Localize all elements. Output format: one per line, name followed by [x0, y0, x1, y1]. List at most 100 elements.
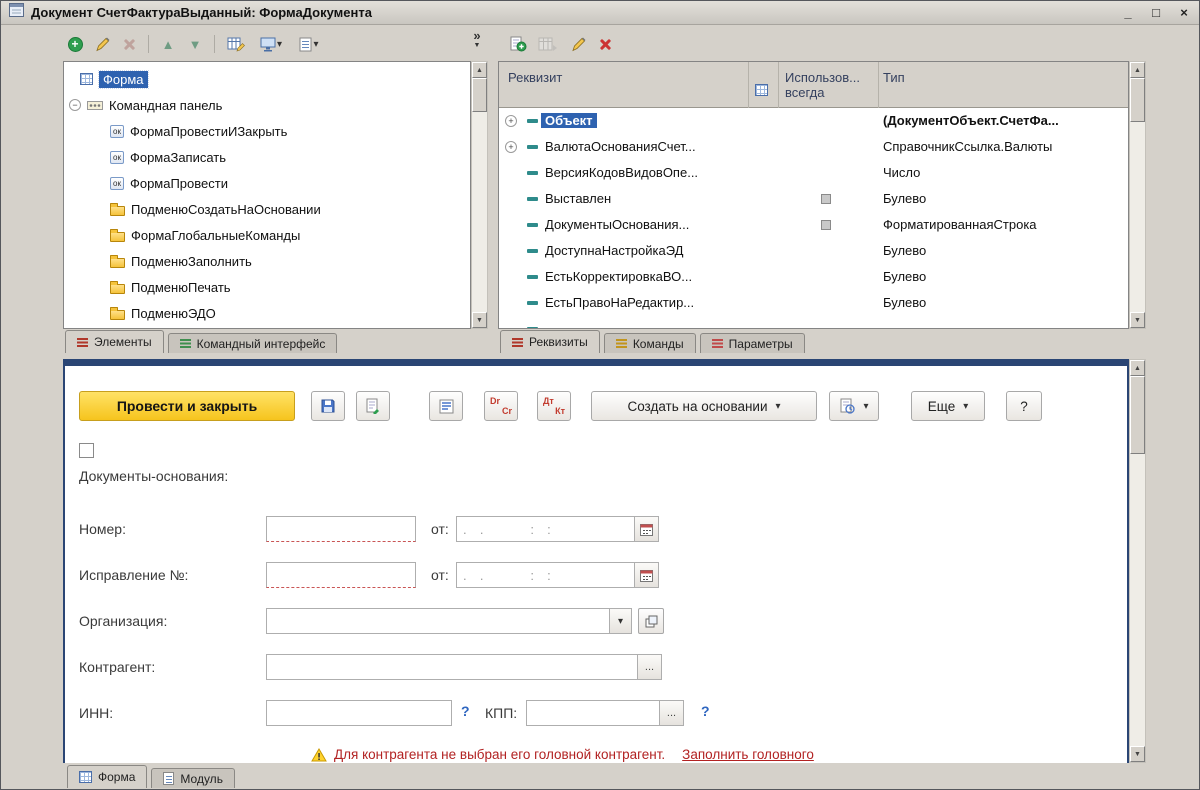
form-canvas[interactable]: Провести и закрыть Dr Cr Дт Кт Создать н…: [65, 366, 1127, 763]
use-always-checkbox[interactable]: [821, 194, 831, 204]
inn-input[interactable]: [266, 700, 452, 726]
document-movements-button[interactable]: [429, 391, 463, 421]
kpp-help-link[interactable]: ?: [701, 703, 710, 719]
form-scrollbar[interactable]: ▲ ▼: [1129, 359, 1146, 763]
tree-item-form-root[interactable]: Форма: [64, 66, 470, 92]
table-row[interactable]: Выставлен Булево: [499, 186, 1129, 212]
organization-combo[interactable]: ▾: [266, 608, 632, 634]
inn-help-link[interactable]: ?: [461, 703, 470, 719]
move-up-button[interactable]: ▲: [156, 32, 180, 56]
edit-attribute-button[interactable]: [566, 32, 590, 56]
dr-cr-button[interactable]: Dr Cr: [484, 391, 518, 421]
contractor-field[interactable]: ...: [266, 654, 662, 680]
date-field[interactable]: [456, 516, 659, 542]
dt-kt-button[interactable]: Дт Кт: [537, 391, 571, 421]
toolbar-overflow-button[interactable]: » ▼: [468, 31, 486, 51]
add-button[interactable]: +: [63, 32, 87, 56]
edit-table-button[interactable]: [222, 32, 250, 56]
table-row[interactable]: ВерсияКодовВидовОпе... Число: [499, 160, 1129, 186]
tree-item[interactable]: ПодменюЭДО: [64, 300, 470, 326]
tree-item[interactable]: ок ФормаПровести: [64, 170, 470, 196]
maximize-button[interactable]: □: [1147, 4, 1165, 21]
tree-item[interactable]: ПодменюСоздатьНаОсновании: [64, 196, 470, 222]
combo-dropdown-button[interactable]: ▾: [609, 609, 631, 633]
table-row[interactable]: + Объект (ДокументОбъект.СчетФа...: [499, 108, 1129, 134]
form-checkbox[interactable]: [79, 443, 94, 458]
calendar-button[interactable]: [634, 563, 658, 587]
scroll-down-button[interactable]: ▼: [472, 312, 487, 328]
scroll-down-button[interactable]: ▼: [1130, 746, 1145, 762]
move-down-button[interactable]: ▼: [183, 32, 207, 56]
choose-button[interactable]: ...: [659, 701, 683, 725]
tree-item-command-panel[interactable]: − Командная панель: [64, 92, 470, 118]
expand-icon[interactable]: +: [505, 141, 517, 153]
tree-scrollbar[interactable]: ▲ ▼: [471, 61, 488, 329]
contractor-input[interactable]: [267, 655, 637, 679]
attributes-table: Реквизит Использов... всегда Тип + Объек…: [498, 61, 1129, 329]
attributes-scrollbar[interactable]: ▲ ▼: [1129, 61, 1146, 329]
use-always-checkbox[interactable]: [821, 220, 831, 230]
post-and-close-button[interactable]: Провести и закрыть: [79, 391, 295, 421]
tab-commands[interactable]: Команды: [604, 333, 696, 353]
fill-head-contractor-link[interactable]: Заполнить головного: [682, 747, 814, 762]
save-button[interactable]: [311, 391, 345, 421]
table-row[interactable]: ЕстьКорректировкаВО... Булево: [499, 264, 1129, 290]
table-row[interactable]: ДокументыОснования... ФорматированнаяСтр…: [499, 212, 1129, 238]
tree-item[interactable]: ок ФормаПровестиИЗакрыть: [64, 118, 470, 144]
expand-icon[interactable]: +: [505, 115, 517, 127]
tab-command-interface[interactable]: Командный интерфейс: [168, 333, 338, 353]
dropdown-icon: ▾: [776, 401, 781, 412]
kpp-field[interactable]: ...: [526, 700, 684, 726]
delete-button[interactable]: [117, 32, 141, 56]
organization-input[interactable]: [267, 609, 609, 633]
button-label: Еще: [928, 399, 955, 414]
help-button[interactable]: ?: [1006, 391, 1042, 421]
view-mode-button[interactable]: ▾: [292, 32, 326, 56]
delete-attribute-button[interactable]: [593, 32, 617, 56]
correction-date-field[interactable]: [456, 562, 659, 588]
tree-item-label: ПодменюПечать: [131, 280, 231, 295]
tab-elements[interactable]: Элементы: [65, 330, 164, 353]
tab-module[interactable]: Модуль: [151, 768, 235, 788]
scroll-thumb[interactable]: [1130, 376, 1145, 454]
table-row[interactable]: ЕстьПравоНаРедактир... Булево: [499, 290, 1129, 316]
table-row[interactable]: ДоступнаНастройкаЭД Булево: [499, 238, 1129, 264]
scroll-thumb[interactable]: [472, 78, 487, 112]
close-button[interactable]: ×: [1175, 4, 1193, 21]
tab-parameters[interactable]: Параметры: [700, 333, 805, 353]
edit-button[interactable]: [90, 32, 114, 56]
date-input[interactable]: [457, 517, 634, 541]
number-input[interactable]: [266, 516, 416, 542]
scroll-down-button[interactable]: ▼: [1130, 312, 1145, 328]
tree-item[interactable]: ок ФормаЗаписать: [64, 144, 470, 170]
tab-attributes[interactable]: Реквизиты: [500, 330, 600, 353]
tab-form[interactable]: Форма: [67, 765, 147, 788]
scroll-up-button[interactable]: ▲: [1130, 62, 1145, 78]
post-button[interactable]: [356, 391, 390, 421]
date-input[interactable]: [457, 563, 634, 587]
tree-item[interactable]: ПодменюЗаполнить: [64, 248, 470, 274]
collapse-icon[interactable]: −: [69, 99, 81, 111]
correction-input[interactable]: [266, 562, 416, 588]
add-sheet-icon: [510, 36, 527, 52]
tree-item[interactable]: ПодменюПечать: [64, 274, 470, 300]
edo-button[interactable]: ▾: [829, 391, 879, 421]
add-attribute-button[interactable]: [506, 32, 530, 56]
tree-item[interactable]: ФормаГлобальныеКоманды: [64, 222, 470, 248]
create-based-on-button[interactable]: Создать на основании ▾: [591, 391, 817, 421]
open-organization-button[interactable]: [638, 608, 664, 634]
minimize-button[interactable]: _: [1119, 4, 1137, 21]
column-attribute[interactable]: Реквизит: [508, 70, 562, 85]
kpp-input[interactable]: [527, 701, 659, 725]
copy-attribute-button[interactable]: [533, 32, 563, 56]
scroll-up-button[interactable]: ▲: [472, 62, 487, 78]
table-row[interactable]: + ВалютаОснованияСчет... СправочникСсылк…: [499, 134, 1129, 160]
column-use-always[interactable]: Использов... всегда: [785, 70, 860, 100]
scroll-thumb[interactable]: [1130, 78, 1145, 122]
calendar-button[interactable]: [634, 517, 658, 541]
preview-form-button[interactable]: ▾: [253, 32, 289, 56]
column-type[interactable]: Тип: [883, 70, 905, 85]
choose-button[interactable]: ...: [637, 655, 661, 679]
more-button[interactable]: Еще ▾: [911, 391, 985, 421]
scroll-up-button[interactable]: ▲: [1130, 360, 1145, 376]
